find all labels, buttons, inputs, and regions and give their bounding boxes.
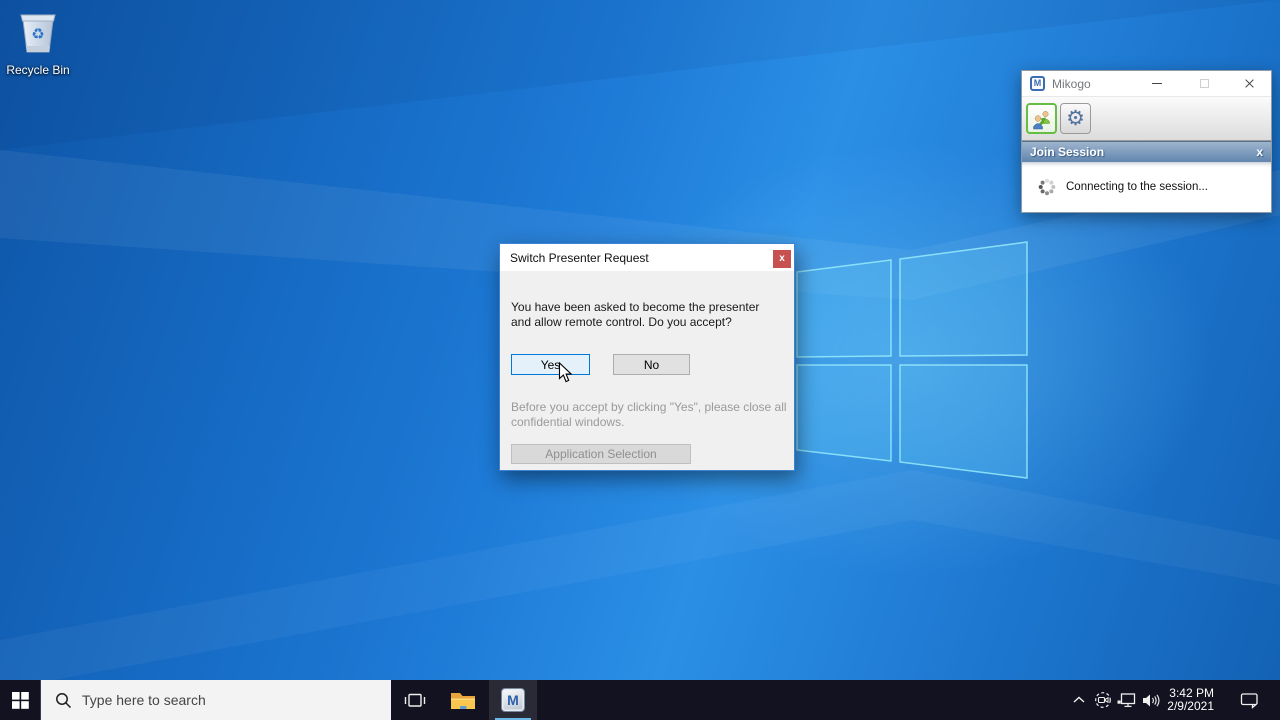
maximize-icon	[1200, 79, 1209, 88]
maximize-button[interactable]	[1190, 71, 1218, 96]
taskbar-mikogo-button[interactable]: M	[489, 680, 537, 720]
join-session-button[interactable]	[1026, 103, 1057, 134]
mikogo-toolbar: ⚙	[1022, 96, 1271, 141]
dialog-message: You have been asked to become the presen…	[511, 300, 759, 330]
tray-chevron-button[interactable]	[1068, 680, 1090, 720]
minimize-button[interactable]	[1143, 71, 1171, 96]
file-explorer-icon	[450, 690, 476, 711]
meet-now-icon	[1094, 691, 1112, 709]
minimize-icon	[1152, 83, 1162, 84]
mikogo-logo-icon: M	[1030, 76, 1045, 91]
clock-date: 2/9/2021	[1167, 700, 1214, 713]
taskbar: M	[0, 680, 1280, 720]
volume-icon	[1142, 693, 1160, 708]
taskbar-search[interactable]	[40, 680, 391, 720]
dialog-message-line1: You have been asked to become the presen…	[511, 300, 759, 315]
join-session-panel-title: Join Session	[1030, 145, 1104, 159]
dialog-note: Before you accept by clicking "Yes", ple…	[511, 400, 787, 430]
dialog-close-button[interactable]: x	[773, 250, 791, 268]
tray-volume-button[interactable]	[1139, 680, 1163, 720]
mikogo-window-title: Mikogo	[1052, 77, 1091, 91]
spinner-icon	[1038, 178, 1056, 196]
close-icon	[1244, 78, 1255, 89]
tray-clock[interactable]: 3:42 PM 2/9/2021	[1166, 680, 1214, 720]
recycle-bin[interactable]: ♻ Recycle Bin	[2, 8, 74, 77]
no-button[interactable]: No	[613, 354, 690, 375]
dialog-title: Switch Presenter Request	[510, 251, 649, 265]
cursor-arrow	[558, 362, 573, 384]
desktop-wallpaper: ♻ Recycle Bin M Mikogo	[0, 0, 1280, 720]
close-button[interactable]	[1235, 71, 1263, 96]
recycle-bin-icon: ♻	[15, 8, 61, 56]
application-selection-button: Application Selection	[511, 444, 691, 464]
join-session-panel-header: Join Session x	[1022, 141, 1271, 162]
task-view-icon	[404, 692, 426, 709]
tray-meet-now-button[interactable]	[1092, 680, 1114, 720]
action-center-icon	[1240, 692, 1259, 709]
dialog-note-line2: confidential windows.	[511, 415, 787, 430]
yes-button[interactable]: Yes	[511, 354, 590, 375]
settings-button[interactable]: ⚙	[1060, 103, 1091, 134]
join-session-panel-body: Connecting to the session...	[1022, 162, 1271, 212]
switch-presenter-dialog: Switch Presenter Request x You have been…	[499, 243, 795, 471]
mikogo-taskbar-icon: M	[501, 688, 525, 712]
recycle-bin-label: Recycle Bin	[2, 63, 74, 77]
chevron-up-icon	[1073, 696, 1085, 704]
dialog-titlebar[interactable]: Switch Presenter Request x	[500, 244, 794, 271]
join-session-icon	[1031, 108, 1053, 130]
search-input[interactable]	[82, 692, 352, 708]
start-icon	[12, 692, 29, 709]
search-icon	[55, 692, 72, 709]
settings-gears-icon: ⚙	[1066, 108, 1085, 129]
dialog-message-line2: and allow remote control. Do you accept?	[511, 315, 759, 330]
dialog-note-line1: Before you accept by clicking "Yes", ple…	[511, 400, 787, 415]
mikogo-titlebar[interactable]: M Mikogo	[1022, 71, 1271, 96]
action-center-button[interactable]	[1232, 680, 1266, 720]
file-explorer-button[interactable]	[441, 680, 485, 720]
mikogo-window: M Mikogo ⚙ Join Session	[1021, 70, 1272, 213]
start-button[interactable]	[0, 680, 40, 720]
task-view-button[interactable]	[393, 680, 437, 720]
connection-status-text: Connecting to the session...	[1066, 181, 1208, 193]
tray-network-button[interactable]	[1115, 680, 1137, 720]
network-icon	[1117, 693, 1136, 708]
panel-close-button[interactable]: x	[1256, 145, 1263, 159]
svg-text:♻: ♻	[31, 25, 44, 43]
